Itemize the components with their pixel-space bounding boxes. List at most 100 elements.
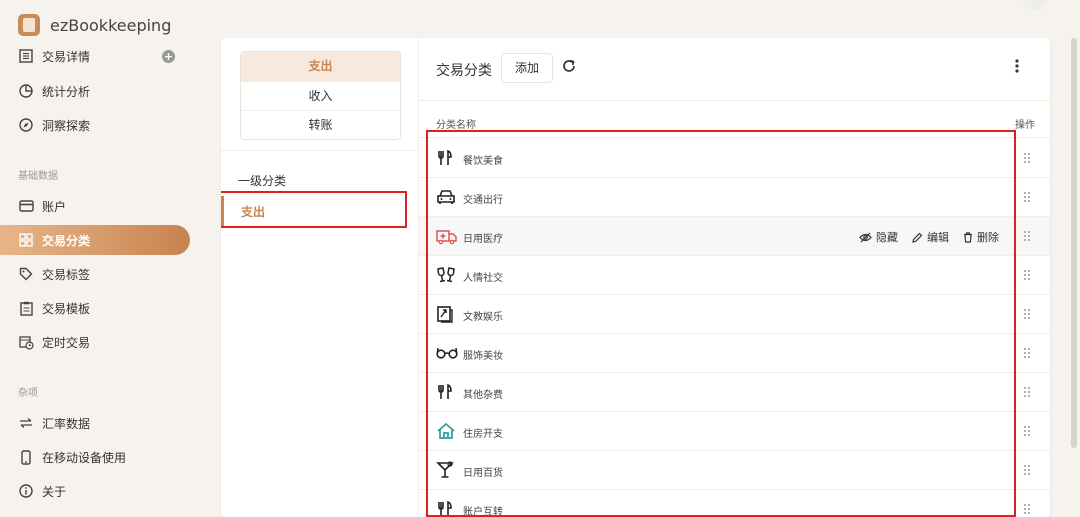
- category-type-tabs: 支出 收入 转账: [240, 51, 401, 140]
- table-row[interactable]: 住房开支: [419, 412, 1050, 451]
- sidebar-item-label: 交易模板: [42, 301, 91, 316]
- phone-icon: [18, 449, 34, 465]
- row-actions: 隐藏 编辑 删除: [859, 229, 999, 245]
- pencil-icon: [912, 232, 923, 243]
- table-row[interactable]: 人情社交: [419, 256, 1050, 295]
- drag-handle-icon[interactable]: [1023, 152, 1031, 164]
- table-row[interactable]: 日用百货: [419, 451, 1050, 490]
- page-title: 交易分类: [436, 63, 492, 79]
- tab-transfer[interactable]: 转账: [241, 110, 400, 139]
- column-header-operation: 操作: [1015, 120, 1035, 131]
- tab-income[interactable]: 收入: [241, 81, 400, 110]
- sidebar-item-mobile-usage[interactable]: 在移动设备使用: [0, 442, 190, 472]
- drag-handle-icon[interactable]: [1023, 308, 1031, 320]
- annotation-highlight-box: [221, 191, 407, 228]
- sidebar-item-about[interactable]: 关于: [0, 476, 190, 506]
- hide-label: 隐藏: [876, 231, 898, 244]
- categories-card: 支出 收入 转账 一级分类 支出 交易分类 添加 分类名称 操作 餐饮美食 交通…: [221, 38, 1050, 517]
- fork-knife-icon: [436, 500, 456, 517]
- tag-icon: [18, 266, 34, 282]
- primary-category-label: 一级分类: [238, 174, 287, 188]
- car-icon: [436, 188, 456, 208]
- drag-handle-icon[interactable]: [1023, 347, 1031, 359]
- sidebar-item-label: 关于: [42, 484, 67, 499]
- trash-icon: [964, 231, 972, 243]
- sidebar-item-transaction-tags[interactable]: 交易标签: [0, 259, 190, 289]
- category-type-pane: 支出 收入 转账 一级分类 支出: [221, 38, 419, 517]
- calendar-clock-icon: [18, 334, 34, 350]
- edit-button[interactable]: 编辑: [912, 229, 949, 245]
- drag-handle-icon[interactable]: [1023, 503, 1031, 515]
- drag-handle-icon[interactable]: [1023, 191, 1031, 203]
- category-name: 服饰美妆: [463, 351, 503, 362]
- drag-handle-icon[interactable]: [1023, 425, 1031, 437]
- sidebar-item-statistics[interactable]: 统计分析: [0, 76, 190, 106]
- drag-handle-icon[interactable]: [1023, 230, 1031, 242]
- table-row[interactable]: 交通出行: [419, 178, 1050, 217]
- glasses-icon: [436, 344, 458, 364]
- table-row[interactable]: 服饰美妆: [419, 334, 1050, 373]
- section-label-misc: 杂项: [18, 388, 38, 399]
- sidebar-item-label: 统计分析: [42, 84, 91, 99]
- fork-knife-icon: [436, 383, 456, 403]
- edit-label: 编辑: [927, 231, 949, 244]
- delete-button[interactable]: 删除: [963, 229, 999, 245]
- column-header-name: 分类名称: [436, 120, 476, 131]
- category-name: 人情社交: [463, 273, 503, 284]
- category-name: 交通出行: [463, 195, 503, 206]
- sidebar-item-transaction-categories[interactable]: 交易分类: [0, 225, 190, 255]
- drag-handle-icon[interactable]: [1023, 464, 1031, 476]
- sidebar-item-label: 交易分类: [42, 233, 91, 248]
- page-scrollbar[interactable]: [1071, 38, 1077, 448]
- brand[interactable]: ezBookkeeping: [18, 14, 171, 36]
- credit-card-icon: [18, 198, 34, 214]
- cheers-icon: [436, 266, 456, 286]
- app-logo-icon: [18, 14, 40, 36]
- drag-handle-icon[interactable]: [1023, 269, 1031, 281]
- clipboard-icon: [18, 300, 34, 316]
- table-row[interactable]: 文教娱乐: [419, 295, 1050, 334]
- add-category-button[interactable]: 添加: [501, 53, 553, 83]
- sidebar-item-scheduled-transactions[interactable]: 定时交易: [0, 327, 190, 357]
- swap-icon: [18, 415, 34, 431]
- sidebar-item-label: 定时交易: [42, 335, 91, 350]
- refresh-icon[interactable]: [561, 58, 579, 76]
- category-name: 账户互转: [463, 507, 503, 517]
- grid-icon: [18, 232, 34, 248]
- compass-icon: [18, 117, 34, 133]
- sidebar-item-accounts[interactable]: 账户: [0, 191, 190, 221]
- sidebar-item-label: 汇率数据: [42, 416, 91, 431]
- hide-button[interactable]: 隐藏: [859, 229, 898, 245]
- sidebar-item-label: 账户: [42, 199, 67, 214]
- table-row[interactable]: 餐饮美食: [419, 139, 1050, 178]
- sidebar-item-transaction-templates[interactable]: 交易模板: [0, 293, 190, 323]
- table-row[interactable]: 账户互转: [419, 490, 1050, 517]
- sidebar: ezBookkeeping 交易详情 + 统计分析 洞察探索 基础数据 账户 交…: [0, 0, 205, 517]
- table-row[interactable]: 其他杂费: [419, 373, 1050, 412]
- divider: [221, 150, 419, 151]
- sidebar-item-insights[interactable]: 洞察探索: [0, 110, 190, 140]
- sidebar-item-label: 交易标签: [42, 267, 91, 282]
- more-vertical-icon[interactable]: [1014, 58, 1028, 76]
- category-name: 文教娱乐: [463, 312, 503, 323]
- avatar[interactable]: [1022, 0, 1048, 10]
- section-label-base-data: 基础数据: [18, 171, 58, 182]
- eye-off-icon: [859, 232, 872, 242]
- house-icon: [436, 422, 456, 442]
- sidebar-item-exchange-rates[interactable]: 汇率数据: [0, 408, 190, 438]
- table-row[interactable]: 日用医疗 隐藏 编辑 删除: [419, 217, 1050, 256]
- delete-label: 删除: [977, 231, 999, 244]
- chart-pie-icon: [18, 83, 34, 99]
- tab-expense[interactable]: 支出: [241, 52, 400, 81]
- category-list-pane: 交易分类 添加 分类名称 操作 餐饮美食 交通出行 日用医疗 隐藏 编辑 删除 …: [419, 38, 1050, 517]
- fork-knife-icon: [436, 149, 456, 169]
- add-transaction-plus-icon[interactable]: +: [162, 50, 175, 63]
- category-name: 其他杂费: [463, 390, 503, 401]
- sidebar-item-label: 洞察探索: [42, 118, 91, 133]
- table-header: 分类名称 操作: [419, 100, 1050, 138]
- drag-handle-icon[interactable]: [1023, 386, 1031, 398]
- sidebar-item-label: 交易详情: [42, 49, 91, 64]
- sidebar-item-label: 在移动设备使用: [42, 450, 127, 465]
- category-name: 餐饮美食: [463, 156, 503, 167]
- ambulance-icon: [436, 227, 457, 247]
